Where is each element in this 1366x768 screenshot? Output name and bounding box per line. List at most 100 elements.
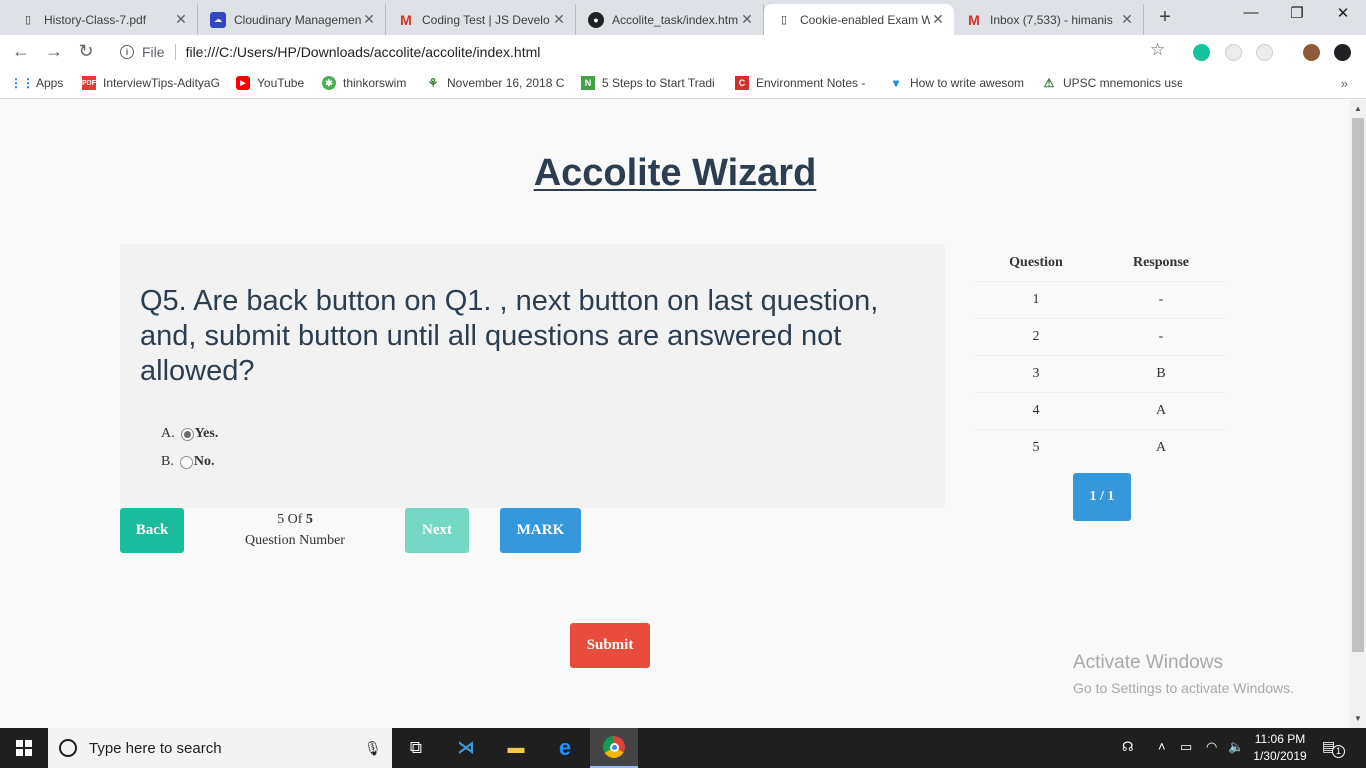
watermark-subtitle: Go to Settings to activate Windows. (1073, 680, 1294, 696)
scrollbar-thumb[interactable] (1352, 118, 1364, 652)
info-icon[interactable]: i (120, 45, 134, 59)
close-icon[interactable]: ✕ (739, 11, 755, 28)
option-letter: B. (161, 454, 174, 469)
volume-icon[interactable]: 🔈 (1228, 739, 1244, 755)
table-row[interactable]: 4 A (975, 392, 1225, 429)
system-clock[interactable]: 11:06 PM 1/30/2019 (1245, 731, 1315, 765)
response-table: Question Response 1 - 2 - 3 B 4 A 5 A (975, 244, 1225, 466)
bookmark-apps[interactable]: ⋮⋮ Apps (15, 76, 63, 90)
restore-button[interactable]: ❐ (1274, 4, 1320, 22)
bookmark-label: 5 Steps to Start Tradi (602, 76, 715, 90)
task-view-icon[interactable]: ⧉ (392, 728, 440, 768)
browser-tab-bar: ▯ History-Class-7.pdf ✕ ☁ Cloudinary Man… (0, 0, 1366, 35)
bookmarks-overflow-button[interactable]: » (1341, 76, 1348, 91)
bookmark-label: Environment Notes - (756, 76, 866, 90)
document-icon: ▯ (24, 14, 32, 26)
question-card: Q5. Are back button on Q1. , next button… (120, 244, 945, 508)
table-header: Question Response (975, 244, 1225, 281)
tab-cookie-exam[interactable]: ▯ Cookie-enabled Exam W ✕ (764, 4, 954, 35)
gmail-icon: M (968, 11, 980, 28)
document-icon: ▯ (780, 14, 788, 26)
update-icon[interactable] (1334, 44, 1351, 61)
bookmark-how-to-write[interactable]: ▾ How to write awesom (889, 76, 1029, 90)
bookmark-youtube[interactable]: ▶ YouTube (236, 76, 304, 90)
close-icon[interactable]: ✕ (173, 11, 189, 28)
clock-time: 11:06 PM (1254, 732, 1306, 746)
table-row[interactable]: 2 - (975, 318, 1225, 355)
show-hidden-icons-chevron[interactable]: ˄ (1158, 739, 1166, 754)
tab-inbox[interactable]: M Inbox (7,533) - himanis ✕ (954, 4, 1144, 35)
battery-icon[interactable]: ▭ (1180, 739, 1192, 755)
start-button[interactable] (0, 728, 48, 768)
option-b-radio[interactable] (179, 455, 193, 469)
youtube-icon: ▶ (236, 76, 250, 90)
question-number-cell: 5 (1032, 440, 1040, 455)
scroll-down-arrow-icon[interactable]: ▼ (1350, 711, 1366, 727)
extension-icon[interactable] (1256, 44, 1273, 61)
bookmark-environment-notes[interactable]: C Environment Notes - (735, 76, 875, 90)
table-row[interactable]: 3 B (975, 355, 1225, 392)
notification-count-badge: 1 (1332, 745, 1345, 758)
cortana-icon[interactable] (59, 739, 77, 757)
tab-title: Accolite_task/index.htm (612, 12, 739, 27)
bookmark-5-steps[interactable]: N 5 Steps to Start Tradi (581, 76, 721, 90)
wifi-icon[interactable]: ◠ (1206, 739, 1217, 755)
apps-grid-icon: ⋮⋮ (15, 76, 34, 90)
people-icon[interactable]: ☊ (1122, 739, 1134, 755)
bookmark-interviewtips[interactable]: PDF InterviewTips-AdityaG (82, 76, 222, 90)
submit-button[interactable]: Submit (570, 623, 650, 668)
bookmark-november[interactable]: ⚘ November 16, 2018 C (426, 76, 566, 90)
edge-icon[interactable]: e (541, 728, 589, 768)
close-icon[interactable]: ✕ (551, 11, 567, 28)
chrome-icon[interactable] (590, 728, 638, 768)
next-button[interactable]: Next (405, 508, 469, 553)
close-icon[interactable]: ✕ (1119, 11, 1135, 28)
forward-arrow-icon[interactable]: → (43, 41, 65, 62)
tab-history-pdf[interactable]: ▯ History-Class-7.pdf ✕ (8, 4, 198, 35)
total-questions: 5 (305, 512, 313, 527)
taskbar-search[interactable]: Type here to search 🎙 (48, 728, 392, 768)
table-row[interactable]: 1 - (975, 281, 1225, 318)
pdf-icon: PDF (82, 76, 96, 90)
back-arrow-icon[interactable]: ← (10, 41, 32, 62)
bookmark-star-icon[interactable]: ☆ (1150, 40, 1165, 60)
option-b[interactable]: B. No. (161, 454, 214, 470)
reload-icon[interactable]: ↻ (75, 41, 97, 62)
tab-accolite-github[interactable]: ● Accolite_task/index.htm ✕ (576, 4, 764, 35)
tab-cloudinary[interactable]: ☁ Cloudinary Managemen ✕ (198, 4, 386, 35)
url-text[interactable]: file:///C:/Users/HP/Downloads/accolite/a… (186, 44, 541, 60)
tab-coding-test[interactable]: M Coding Test | JS Develo ✕ (386, 4, 576, 35)
back-button[interactable]: Back (120, 508, 184, 553)
avatar[interactable] (1303, 44, 1320, 61)
new-tab-button[interactable]: + (1154, 6, 1176, 29)
scroll-up-arrow-icon[interactable]: ▲ (1350, 101, 1366, 117)
bookmark-label: Apps (36, 76, 64, 90)
bookmark-upsc[interactable]: ⚠ UPSC mnemonics use (1042, 76, 1182, 90)
vscode-icon[interactable]: ⋊ (442, 728, 490, 768)
github-icon: ● (588, 11, 604, 28)
counter-label: Question Number (245, 533, 345, 548)
action-center-icon[interactable]: ▤ 1 (1322, 738, 1345, 758)
cloudinary-icon: ☁ (210, 11, 226, 28)
microphone-icon[interactable]: 🎙 (364, 740, 382, 757)
bookmark-thinkorswim[interactable]: ✱ thinkorswim (322, 76, 406, 90)
address-bar[interactable]: i File file:///C:/Users/HP/Downloads/acc… (108, 39, 1178, 65)
mark-button[interactable]: MARK (500, 508, 581, 553)
pagination-button[interactable]: 1 / 1 (1073, 473, 1131, 521)
question-number-cell: 1 (1032, 292, 1040, 307)
table-row[interactable]: 5 A (975, 429, 1225, 466)
close-window-button[interactable]: ✕ (1320, 4, 1366, 22)
bookmark-label: YouTube (257, 76, 305, 90)
file-explorer-icon[interactable]: ▬ (492, 728, 540, 768)
grammarly-icon[interactable] (1193, 44, 1210, 61)
extension-icon[interactable] (1225, 44, 1242, 61)
option-a-radio[interactable] (180, 427, 194, 441)
search-placeholder[interactable]: Type here to search (89, 740, 364, 757)
option-a[interactable]: A. Yes. (161, 426, 218, 442)
question-number-cell: 3 (1032, 366, 1040, 381)
close-icon[interactable]: ✕ (930, 11, 946, 28)
close-icon[interactable]: ✕ (361, 11, 377, 28)
response-cell: - (1158, 329, 1164, 344)
option-label: No. (193, 454, 215, 469)
minimize-button[interactable]: — (1228, 4, 1274, 21)
